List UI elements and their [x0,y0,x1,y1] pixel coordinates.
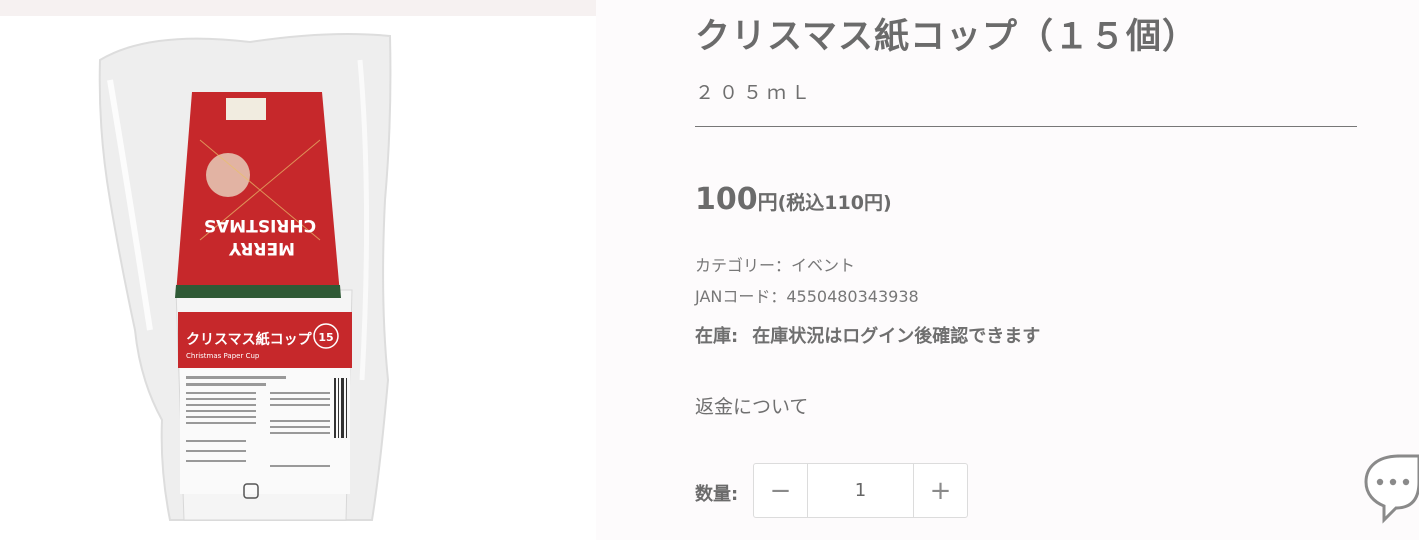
stock-status: 在庫: 在庫状況はログイン後確認できます [695,322,1040,348]
product-image: CHRISTMAS MERRY クリスマス紙コップ Christmas Pape… [98,33,392,521]
stock-value: 在庫状況はログイン後確認できます [752,326,1041,347]
product-image-pane: CHRISTMAS MERRY クリスマス紙コップ Christmas Pape… [0,0,596,540]
price-amount: 100 [695,182,758,217]
product-jan-code: JANコード：4550480343938 [695,287,919,306]
price: 100円(税込110円) [695,182,892,217]
quantity-stepper: − + [753,463,968,518]
product-subtitle: ２０５ｍＬ [695,82,816,104]
product-title: クリスマス紙コップ（１５個） [695,17,1198,57]
price-currency: 円 [757,190,778,214]
increase-quantity-button[interactable]: + [913,464,967,517]
package-label-title: クリスマス紙コップ [186,331,313,348]
stock-label: 在庫: [695,326,739,347]
product-category: カテゴリー：イベント [695,256,856,275]
package-label-sub: Christmas Paper Cup [186,352,260,360]
cup-text-christmas: CHRISTMAS [204,215,316,235]
price-tax-included: (税込110円) [777,192,892,214]
decrease-quantity-button[interactable]: − [754,464,808,517]
divider [695,126,1357,127]
quantity-label: 数量: [695,484,739,505]
quantity-input[interactable] [808,464,913,517]
package-count-badge: 15 [318,331,333,344]
chat-bubble-icon[interactable] [1360,450,1419,530]
refund-link[interactable]: 返金について [695,392,808,419]
cup-text-merry: MERRY [228,238,295,258]
